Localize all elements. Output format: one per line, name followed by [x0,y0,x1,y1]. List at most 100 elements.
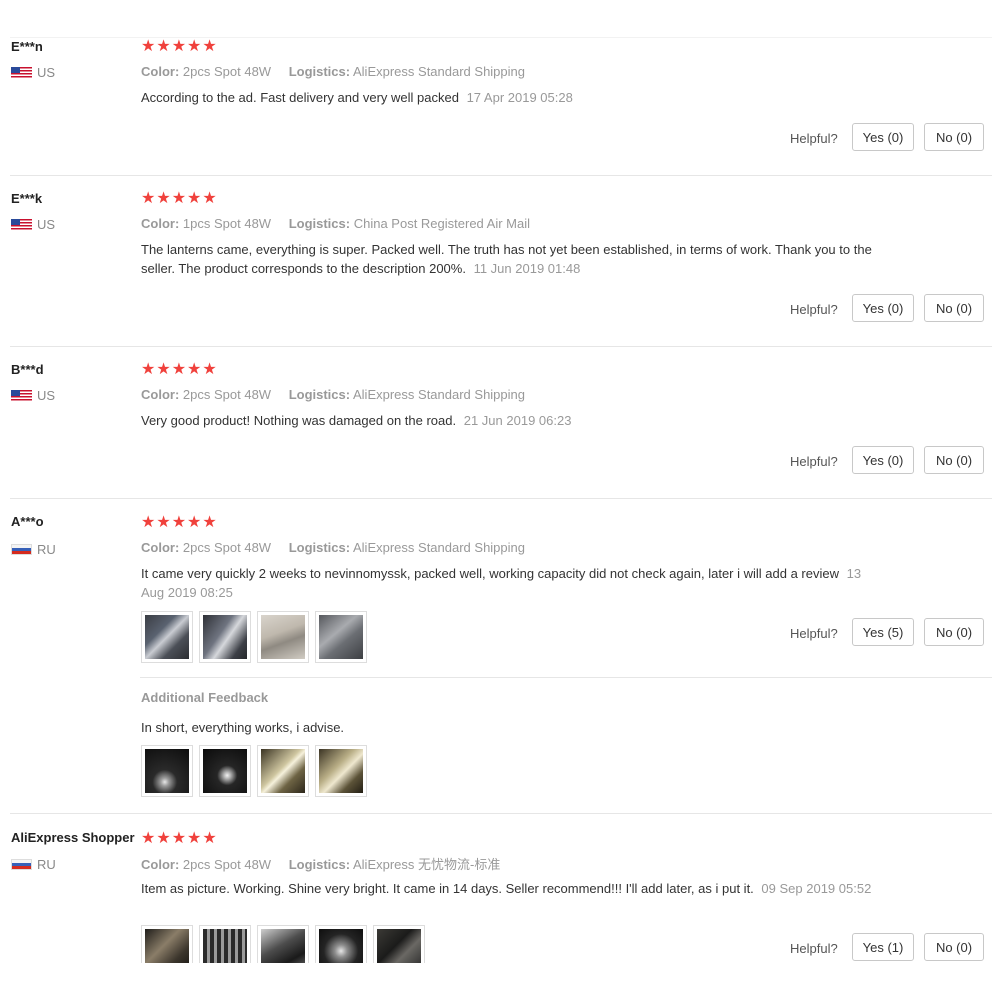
logistics-label: Logistics: [288,387,351,402]
review-photo-thumbnail[interactable] [141,611,193,663]
helpful-label: Helpful? [790,131,838,146]
review-text: The lanterns came, everything is super. … [141,240,876,278]
review-photo-thumbnail[interactable] [141,745,193,797]
review-photo-thumbnail[interactable] [141,925,193,963]
helpful-label: Helpful? [790,941,838,956]
star-rating: ★★★★★ [141,190,218,207]
color-value: 2pcs Spot 48W [182,540,272,555]
no-button[interactable]: No (0) [924,933,984,961]
review-item: E***n US ★★★★★ Color: 2pcs Spot 48W Logi… [0,0,1000,176]
color-value: 2pcs Spot 48W [182,387,272,402]
review-body: Item as picture. Working. Shine very bri… [141,881,754,896]
reviewer-name: B***d [11,362,44,377]
review-photo-thumbnail[interactable] [257,925,309,963]
country-code: US [37,65,56,80]
review-date: 21 Jun 2019 06:23 [463,413,572,428]
review-item: AliExpress Shopper RU ★★★★★ Color: 2pcs … [0,814,1000,1000]
star-rating: ★★★★★ [141,38,218,55]
color-value: 2pcs Spot 48W [182,857,272,872]
logistics-value: China Post Registered Air Mail [353,216,531,231]
review-item: A***o RU ★★★★★ Color: 2pcs Spot 48W Logi… [0,499,1000,814]
review-photo-thumbnail[interactable] [373,925,425,963]
us-flag-icon [11,67,32,78]
logistics-value: AliExpress Standard Shipping [353,540,525,555]
reviewer-name: A***o [11,514,44,529]
review-photo-thumbnail[interactable] [199,745,251,797]
yes-button[interactable]: Yes (1) [852,933,914,961]
reviewer-country: US [11,217,55,232]
reviewer-country: US [11,388,55,403]
star-rating: ★★★★★ [141,830,218,847]
review-body: According to the ad. Fast delivery and v… [141,90,459,105]
us-flag-icon [11,390,32,401]
country-code: US [37,217,56,232]
logistics-value: AliExpress 无忧物流-标准 [353,857,501,872]
no-button[interactable]: No (0) [924,123,984,151]
review-date: 11 Jun 2019 01:48 [473,261,581,276]
review-photo-thumbnail[interactable] [257,611,309,663]
reviewer-name: E***k [11,191,43,206]
star-rating: ★★★★★ [141,361,218,378]
review-item: E***k US ★★★★★ Color: 1pcs Spot 48W Logi… [0,176,1000,347]
helpful-vote: Helpful? Yes (0) No (0) [790,294,1000,324]
ru-flag-icon [11,859,32,870]
color-label: Color: [141,540,180,555]
review-body: It came very quickly 2 weeks to nevinnom… [141,566,839,581]
reviewer-name: AliExpress Shopper [11,830,135,845]
no-button[interactable]: No (0) [924,294,984,322]
additional-photos [141,745,367,797]
color-value: 1pcs Spot 48W [182,216,272,231]
reviewer-country: RU [11,542,56,557]
country-code: RU [37,542,56,557]
yes-button[interactable]: Yes (0) [852,446,914,474]
color-label: Color: [141,64,180,79]
logistics-value: AliExpress Standard Shipping [353,64,525,79]
helpful-vote: Helpful? Yes (1) No (0) [790,933,1000,963]
color-label: Color: [141,387,180,402]
review-photo-thumbnail[interactable] [315,745,367,797]
yes-button[interactable]: Yes (0) [852,123,914,151]
helpful-vote: Helpful? Yes (5) No (0) [790,618,1000,648]
reviewer-country: RU [11,857,56,872]
star-rating: ★★★★★ [141,514,218,531]
country-code: RU [37,857,56,872]
review-meta: Color: 2pcs Spot 48W Logistics: AliExpre… [141,387,525,402]
review-meta: Color: 2pcs Spot 48W Logistics: AliExpre… [141,64,525,79]
yes-button[interactable]: Yes (0) [852,294,914,322]
no-button[interactable]: No (0) [924,618,984,646]
additional-feedback-text: In short, everything works, i advise. [141,720,345,735]
reviewer-name: E***n [11,39,43,54]
review-photo-thumbnail[interactable] [199,611,251,663]
additional-feedback-title: Additional Feedback [141,690,269,705]
review-item: B***d US ★★★★★ Color: 2pcs Spot 48W Logi… [0,347,1000,499]
logistics-label: Logistics: [288,540,351,555]
review-text: Item as picture. Working. Shine very bri… [141,879,876,898]
review-photo-thumbnail[interactable] [315,925,367,963]
color-value: 2pcs Spot 48W [182,64,272,79]
country-code: US [37,388,56,403]
no-button[interactable]: No (0) [924,446,984,474]
ru-flag-icon [11,544,32,555]
review-photo-thumbnail[interactable] [199,925,251,963]
review-text: According to the ad. Fast delivery and v… [141,88,876,107]
us-flag-icon [11,219,32,230]
review-photo-thumbnail[interactable] [257,745,309,797]
review-photos [141,611,367,663]
helpful-label: Helpful? [790,454,838,469]
color-label: Color: [141,216,180,231]
review-body: Very good product! Nothing was damaged o… [141,413,457,428]
helpful-label: Helpful? [790,626,838,641]
helpful-vote: Helpful? Yes (0) No (0) [790,123,1000,153]
additional-feedback-divider [140,677,992,678]
yes-button[interactable]: Yes (5) [852,618,914,646]
logistics-value: AliExpress Standard Shipping [353,387,525,402]
review-text: Very good product! Nothing was damaged o… [141,411,876,430]
logistics-label: Logistics: [288,64,351,79]
helpful-label: Helpful? [790,302,838,317]
review-photos [141,925,425,963]
logistics-label: Logistics: [288,216,351,231]
review-photo-thumbnail[interactable] [315,611,367,663]
color-label: Color: [141,857,180,872]
review-meta: Color: 1pcs Spot 48W Logistics: China Po… [141,216,530,231]
logistics-label: Logistics: [288,857,351,872]
